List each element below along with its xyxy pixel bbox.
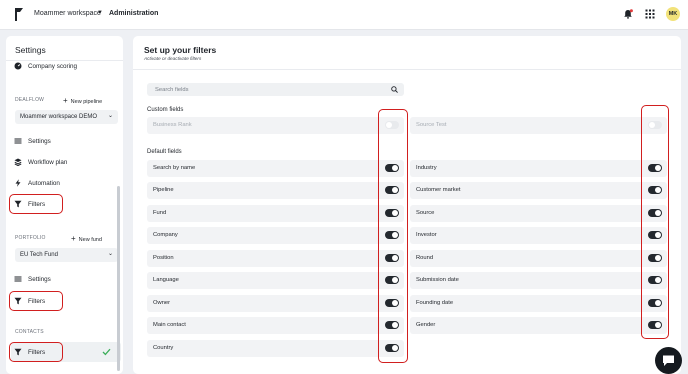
new-pipeline-button[interactable]: + New pipeline	[63, 96, 102, 105]
highlight-box	[9, 291, 63, 311]
fund-select[interactable]: EU Tech Fund ⌄	[15, 248, 118, 262]
sidebar-item-label: Settings	[28, 137, 51, 145]
avatar[interactable]: MK	[666, 7, 680, 21]
highlight-box	[9, 194, 63, 214]
filter-row: Fund	[147, 205, 404, 222]
layers-icon	[14, 158, 22, 166]
highlight-box	[9, 342, 63, 362]
chat-icon	[663, 355, 674, 366]
plus-icon: +	[63, 96, 68, 105]
filter-label: Position	[153, 255, 174, 261]
filter-label: Owner	[153, 300, 171, 306]
filter-label: Company	[153, 232, 178, 238]
filter-row: Founding date	[410, 295, 667, 312]
filter-label: Fund	[153, 210, 167, 216]
highlight-box	[641, 105, 669, 339]
divider	[133, 69, 681, 70]
chevron-down-icon: ⌄	[107, 113, 113, 119]
filter-label: Language	[153, 277, 179, 283]
search-icon[interactable]	[391, 86, 398, 93]
filter-row: Round	[410, 250, 667, 267]
filter-row: Pipeline	[147, 182, 404, 199]
filter-label: Industry	[416, 165, 437, 171]
sidebar-title: Settings	[15, 45, 46, 55]
logo-icon[interactable]	[14, 7, 24, 22]
chevron-down-icon[interactable]: ▼	[97, 10, 103, 16]
filter-row: Gender	[410, 317, 667, 334]
sidebar-scrollbar[interactable]	[117, 186, 120, 371]
gear-icon	[14, 276, 22, 282]
chevron-down-icon: ⌄	[107, 251, 113, 257]
filter-label: Gender	[416, 322, 436, 328]
gear-icon	[14, 138, 22, 144]
default-fields-label: Default fields	[147, 149, 182, 155]
filter-row: Investor	[410, 227, 667, 244]
filter-label: Round	[416, 255, 434, 261]
filter-label: Source Test	[416, 122, 447, 128]
filter-row: Language	[147, 272, 404, 289]
section-label-portfolio: PORTFOLIO	[15, 235, 46, 241]
sidebar-item-label: Company scoring	[28, 62, 77, 70]
filter-row: Search by name	[147, 160, 404, 177]
filter-row: Source	[410, 205, 667, 222]
filter-label: Main contact	[153, 322, 186, 328]
filter-row: Company	[147, 227, 404, 244]
filter-row: Submission date	[410, 272, 667, 289]
filter-label: Founding date	[416, 300, 454, 306]
page-title: Set up your filters	[144, 45, 217, 55]
sidebar-item-automation[interactable]: Automation	[14, 176, 60, 190]
plus-icon: +	[71, 234, 76, 243]
sidebar-item-label: Workflow plan	[28, 158, 68, 166]
chat-button[interactable]	[655, 347, 682, 374]
top-bar: Moammer workspace ▼ Administration MK	[0, 0, 688, 30]
section-label-contacts: CONTACTS	[15, 329, 44, 335]
search-input[interactable]	[147, 83, 404, 96]
filter-label: Country	[153, 345, 174, 351]
bell-icon[interactable]	[623, 9, 633, 19]
filter-label: Investor	[416, 232, 437, 238]
pipeline-select[interactable]: Moammer workspace DEMO ⌄	[15, 110, 118, 124]
filter-row: Source Test	[410, 117, 667, 134]
filter-row: Country	[147, 340, 404, 357]
custom-fields-label: Custom fields	[147, 107, 184, 113]
sidebar-item-label: Automation	[28, 179, 60, 187]
section-label-dealflow: DEALFLOW	[15, 97, 45, 103]
fund-select-value: EU Tech Fund	[20, 252, 58, 258]
gauge-icon	[14, 62, 22, 70]
sidebar-item-company-scoring[interactable]: Company scoring	[14, 59, 77, 73]
filter-label: Business Rank	[153, 122, 192, 128]
filter-row: Main contact	[147, 317, 404, 334]
settings-sidebar: Settings Company scoring DEALFLOW + New p…	[6, 36, 123, 374]
filter-label: Submission date	[416, 277, 459, 283]
sidebar-item-workflow-plan[interactable]: Workflow plan	[14, 155, 67, 169]
filter-label: Source	[416, 210, 435, 216]
page-subtitle: Activate or deactivate filters	[144, 56, 202, 61]
filter-row: Industry	[410, 160, 667, 177]
new-fund-button[interactable]: + New fund	[71, 234, 102, 243]
filter-row: Owner	[147, 295, 404, 312]
filter-label: Customer market	[416, 187, 461, 193]
filter-row: Customer market	[410, 182, 667, 199]
check-icon	[102, 348, 111, 356]
workspace-switcher[interactable]: Moammer workspace	[34, 10, 101, 17]
sidebar-item-pipeline-settings[interactable]: Settings	[14, 134, 51, 148]
page-section-title[interactable]: Administration	[109, 10, 158, 17]
filter-row: Business Rank	[147, 117, 404, 134]
filter-label: Pipeline	[153, 187, 174, 193]
bolt-icon	[15, 179, 21, 187]
apps-grid-icon[interactable]	[645, 9, 655, 19]
filters-panel: Set up your filters Activate or deactiva…	[133, 36, 681, 374]
filter-label: Search by name	[153, 165, 196, 171]
pipeline-select-value: Moammer workspace DEMO	[20, 114, 98, 120]
filter-row: Position	[147, 250, 404, 267]
sidebar-item-portfolio-settings[interactable]: Settings	[14, 272, 51, 286]
sidebar-item-label: Settings	[28, 275, 51, 283]
highlight-box	[378, 109, 408, 363]
